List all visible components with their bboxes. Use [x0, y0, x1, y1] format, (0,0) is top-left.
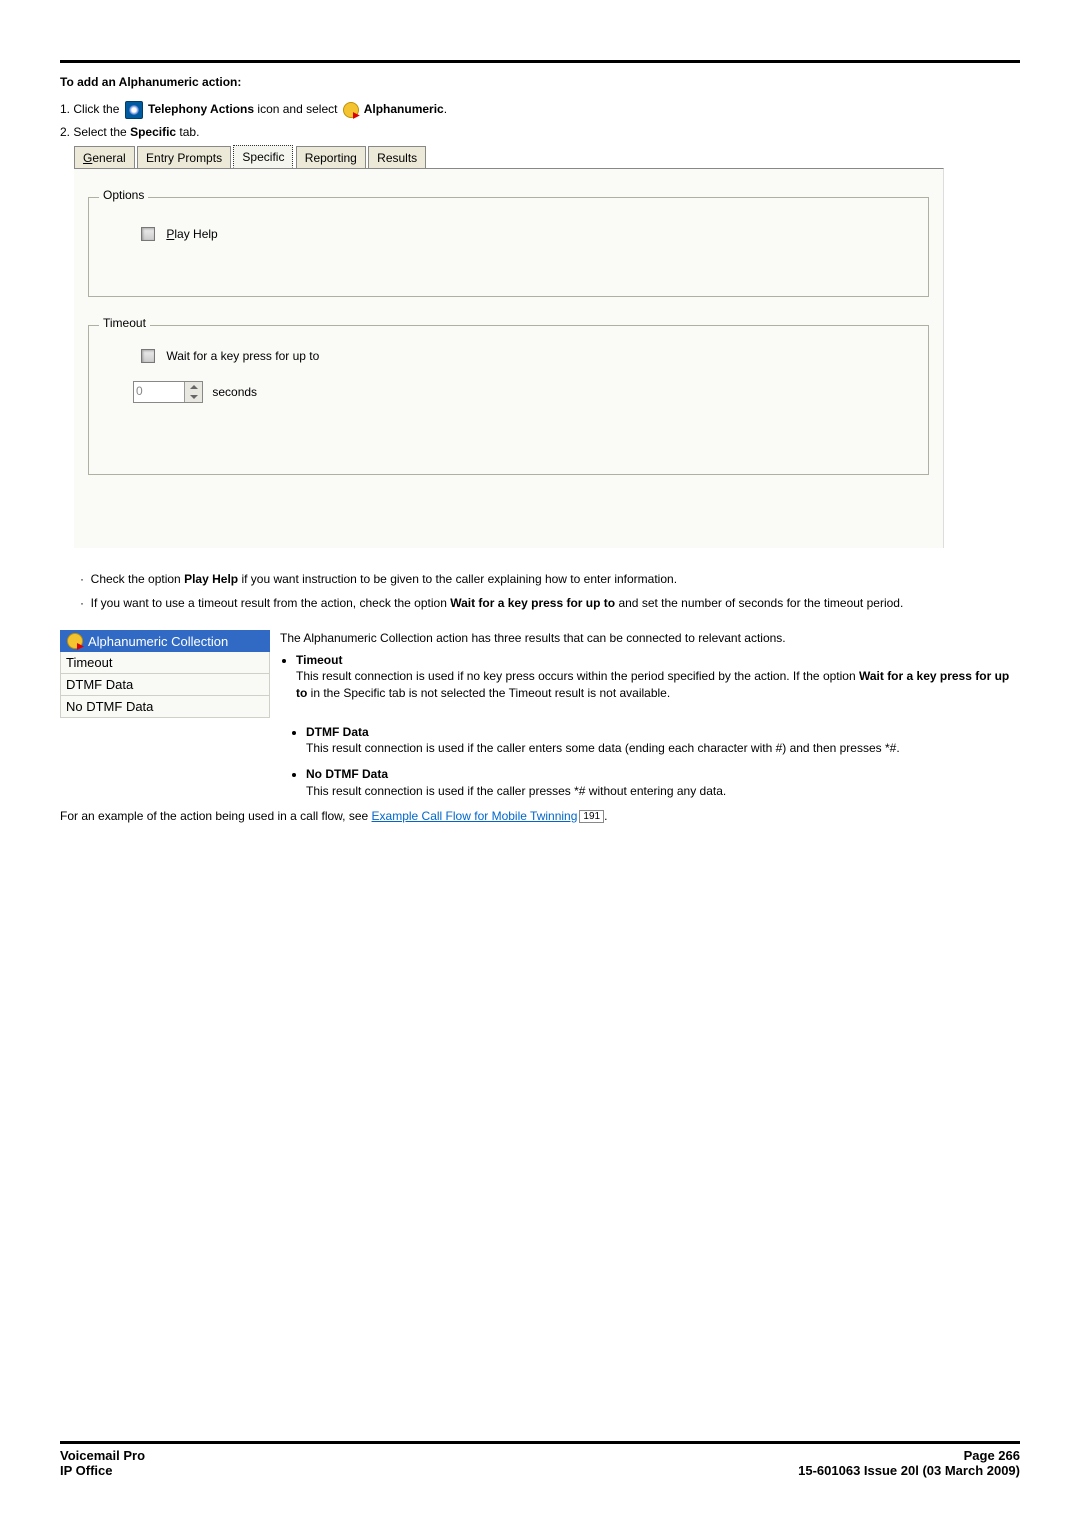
specific-tab-screenshot: GGeneraleneral Entry Prompts Specific Re…: [74, 145, 944, 548]
alphanumeric-results-widget: Alphanumeric Collection Timeout DTMF Dat…: [60, 630, 270, 718]
footer-page-number: Page 266: [964, 1448, 1020, 1463]
step-2: 2. Select the Specific tab.: [60, 125, 1020, 139]
footer-product-name: Voicemail Pro: [60, 1448, 145, 1463]
note-wait-keypress: · If you want to use a timeout result fr…: [80, 596, 1020, 610]
results-intro-text: The Alphanumeric Collection action has t…: [280, 631, 786, 645]
footer-doc-issue: 15-601063 Issue 20l (03 March 2009): [798, 1463, 1020, 1478]
example-call-flow-link[interactable]: Example Call Flow for Mobile Twinning: [372, 809, 578, 823]
section-heading: To add an Alphanumeric action:: [60, 75, 1020, 89]
example-paragraph: For an example of the action being used …: [60, 809, 1020, 823]
page-ref-box: 191: [579, 810, 604, 823]
result-row-timeout: Timeout: [60, 652, 270, 674]
wait-keypress-label: Wait for a key press for up to: [166, 349, 319, 363]
result-desc-timeout: Timeout This result connection is used i…: [296, 652, 1020, 701]
results-widget-header: Alphanumeric Collection: [60, 630, 270, 652]
tab-entry-prompts[interactable]: Entry Prompts: [137, 146, 231, 168]
timeout-groupbox-legend: Timeout: [99, 316, 150, 330]
footer-product-line: IP Office: [60, 1463, 113, 1478]
play-help-checkbox[interactable]: [141, 227, 155, 241]
options-groupbox-legend: Options: [99, 188, 148, 202]
tab-strip: GGeneraleneral Entry Prompts Specific Re…: [74, 145, 944, 169]
tab-general[interactable]: GGeneraleneral: [74, 146, 135, 168]
note-play-help: · Check the option Play Help if you want…: [80, 572, 1020, 586]
wait-keypress-checkbox[interactable]: [141, 349, 155, 363]
notes-list: · Check the option Play Help if you want…: [80, 572, 1020, 610]
play-help-label: Play Help: [166, 227, 217, 241]
tab-results[interactable]: Results: [368, 146, 426, 168]
result-desc-dtmf-data: DTMF Data This result connection is used…: [306, 724, 1020, 756]
tab-reporting[interactable]: Reporting: [296, 146, 366, 168]
result-row-no-dtmf-data: No DTMF Data: [60, 696, 270, 718]
alphanumeric-icon: [67, 633, 83, 649]
result-row-dtmf-data: DTMF Data: [60, 674, 270, 696]
step-1: 1. Click the Telephony Actions icon and …: [60, 101, 1020, 119]
alphanumeric-icon: [343, 102, 359, 118]
seconds-label: seconds: [212, 385, 257, 399]
tab-specific[interactable]: Specific: [233, 145, 293, 168]
timeout-seconds-spinner[interactable]: 0: [133, 381, 203, 403]
telephony-actions-icon: [125, 101, 143, 119]
result-desc-no-dtmf-data: No DTMF Data This result connection is u…: [306, 766, 1020, 798]
